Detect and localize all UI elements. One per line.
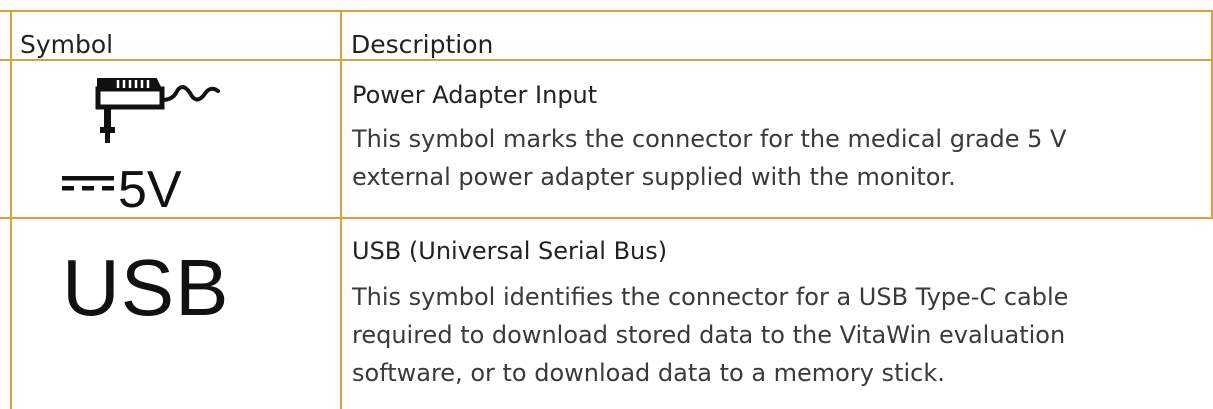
row-description-line: This symbol identifies the connector for… xyxy=(352,283,1069,311)
row-description-line: This symbol marks the connector for the … xyxy=(352,125,1067,153)
table-left-border xyxy=(10,10,12,409)
row-title: Power Adapter Input xyxy=(352,81,598,109)
row-description-line: required to download stored data to the … xyxy=(352,321,1066,349)
usb-symbol-icon: USB xyxy=(62,243,230,332)
header-description: Description xyxy=(351,30,494,59)
row-title: USB (Universal Serial Bus) xyxy=(352,237,668,265)
dc-current-icon xyxy=(62,176,114,191)
header-symbol: Symbol xyxy=(20,30,114,59)
row-description-line: software, or to download data to a memor… xyxy=(352,359,945,387)
power-adapter-icon xyxy=(95,78,220,143)
row-description-line: external power adapter supplied with the… xyxy=(352,163,956,191)
column-divider xyxy=(340,10,342,409)
header-bottom-border xyxy=(0,59,1213,61)
table-top-border xyxy=(0,10,1213,12)
voltage-label: 5V xyxy=(118,161,182,219)
symbol-table: Symbol Description 5V Power Adapter Inpu… xyxy=(0,0,1213,409)
